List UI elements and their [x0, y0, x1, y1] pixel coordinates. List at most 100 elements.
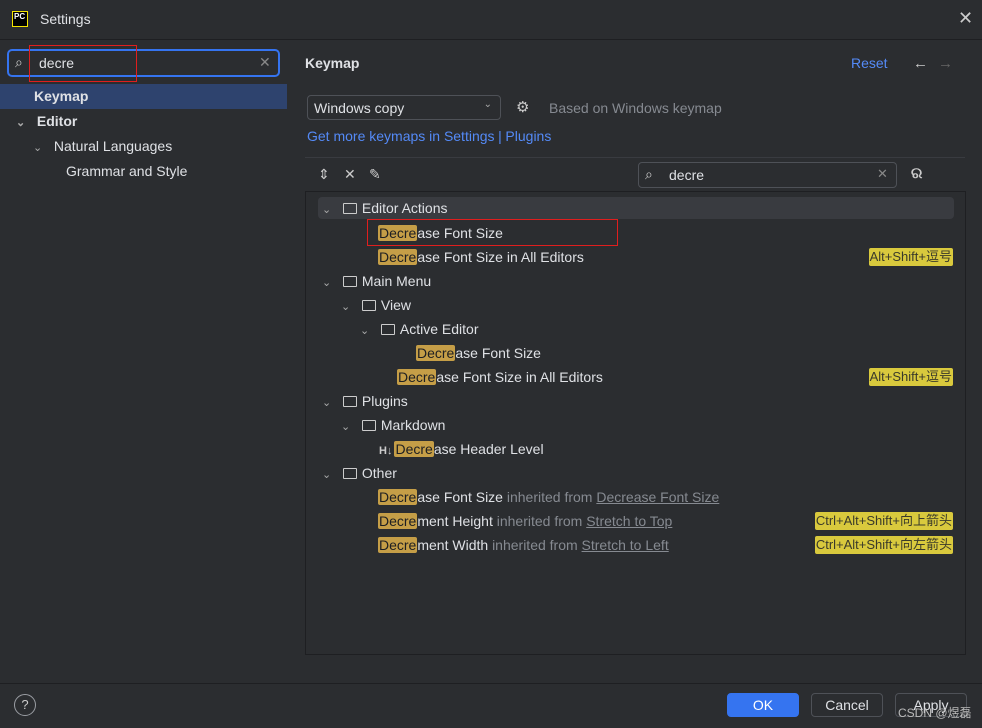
- chevron-down-icon: ⌄: [341, 421, 351, 433]
- folder-icon: [380, 324, 395, 335]
- plugins-link[interactable]: Plugins: [505, 128, 551, 144]
- action-label: ment Width: [417, 537, 489, 553]
- group-label: Other: [361, 465, 397, 481]
- inherited-from-link[interactable]: Decrease Font Size: [596, 489, 719, 505]
- watermark: CSDN @煜磊: [898, 706, 972, 720]
- cancel-button[interactable]: Cancel: [811, 693, 883, 717]
- title-bar: [0, 0, 982, 40]
- inherited-from-link[interactable]: Stretch to Top: [586, 513, 672, 529]
- inherited-label: inherited from: [492, 537, 578, 553]
- action-label: ase Header Level: [433, 441, 544, 457]
- sidebar-item-keymap[interactable]: Keymap: [0, 84, 287, 109]
- shortcut-badge: Alt+Shift+逗号: [868, 368, 953, 386]
- folder-icon: [361, 300, 376, 311]
- match-highlight: Decre: [378, 513, 418, 529]
- chevron-down-icon: ⌄: [322, 469, 332, 481]
- tree-row-action[interactable]: Decrease Font Size in All Editors Alt+Shi…: [306, 245, 966, 269]
- collapse-all-icon[interactable]: ✕: [344, 166, 356, 183]
- sidebar-item-label: Editor: [36, 113, 78, 129]
- action-label: ment Height: [417, 513, 493, 529]
- keymap-select-value: Windows copy: [314, 100, 405, 116]
- inherited-label: inherited from: [506, 489, 593, 505]
- tree-row-action[interactable]: Decrement Height inherited from Stretch …: [306, 509, 966, 533]
- filter-value: decre: [669, 167, 705, 183]
- page-title: Keymap: [305, 55, 360, 71]
- match-highlight: Decre: [378, 249, 418, 265]
- reset-link[interactable]: Reset: [851, 55, 888, 71]
- group-label: Markdown: [380, 417, 446, 433]
- group-label: Active Editor: [399, 321, 479, 337]
- divider: [305, 157, 965, 158]
- annotation-box: [367, 219, 618, 246]
- tree-row-action[interactable]: Decrement Width inherited from Stretch t…: [306, 533, 966, 557]
- group-label: Editor Actions: [361, 200, 448, 216]
- pycharm-logo: PC: [12, 11, 28, 27]
- chevron-down-icon: ⌄: [16, 117, 26, 129]
- tree-group-markdown[interactable]: ⌄ Markdown: [306, 413, 966, 437]
- back-arrow-icon[interactable]: ←: [913, 55, 928, 72]
- keymap-select[interactable]: Windows copy ⌄: [307, 95, 501, 120]
- group-label: Main Menu: [361, 273, 432, 289]
- tree-row-action[interactable]: H↓ Decrease Header Level: [306, 437, 966, 461]
- based-on-label: Based on Windows keymap: [549, 100, 722, 116]
- tree-row-action[interactable]: Decrease Font Size in All Editors Alt+Shi…: [306, 365, 966, 389]
- shortcut-badge: Ctrl+Alt+Shift+向左箭头: [814, 536, 953, 554]
- folder-icon: [361, 420, 376, 431]
- chevron-down-icon: ⌄: [360, 325, 370, 337]
- gear-icon[interactable]: ⚙: [516, 98, 529, 116]
- ok-button[interactable]: OK: [727, 693, 799, 717]
- search-icon: ⌕: [645, 166, 653, 182]
- tree-row-action[interactable]: Decrease Font Size inherited from Decrea…: [306, 485, 966, 509]
- clear-icon[interactable]: ✕: [259, 54, 271, 71]
- match-highlight: Decre: [378, 489, 418, 505]
- action-label: ase Font Size: [417, 489, 503, 505]
- match-highlight: Decre: [397, 369, 437, 385]
- window-title: Settings: [40, 11, 91, 27]
- tree-group-plugins[interactable]: ⌄ Plugins: [306, 389, 966, 413]
- inherited-label: inherited from: [496, 513, 583, 529]
- chevron-down-icon: ⌄: [341, 301, 351, 313]
- folder-icon: [342, 203, 357, 214]
- forward-arrow-icon[interactable]: →: [938, 55, 953, 72]
- sidebar-item-label: Natural Languages: [53, 138, 173, 154]
- folder-icon: [342, 396, 357, 407]
- close-icon[interactable]: ✕: [958, 8, 973, 29]
- action-label: ase Font Size in All Editors: [417, 249, 584, 265]
- match-highlight: Decre: [416, 345, 456, 361]
- tree-group-main-menu[interactable]: ⌄ Main Menu: [306, 269, 966, 293]
- link-separator: |: [498, 128, 502, 144]
- tree-group-active-editor[interactable]: ⌄ Active Editor: [306, 317, 966, 341]
- tree-group-view[interactable]: ⌄ View: [306, 293, 966, 317]
- match-highlight: Decre: [394, 441, 434, 457]
- find-by-shortcut-icon[interactable]: ର: [911, 165, 922, 182]
- sidebar-item-editor[interactable]: ⌄ Editor: [0, 109, 287, 134]
- sidebar-item-natural-languages[interactable]: ⌄ Natural Languages: [0, 134, 287, 159]
- header-level-icon: H↓: [379, 445, 393, 457]
- shortcut-badge: Alt+Shift+逗号: [868, 248, 953, 266]
- inherited-from-link[interactable]: Stretch to Left: [582, 537, 669, 553]
- chevron-down-icon: ⌄: [322, 397, 332, 409]
- tree-row-action[interactable]: Decrease Font Size: [306, 341, 966, 365]
- action-label: ase Font Size in All Editors: [436, 369, 603, 385]
- group-label: View: [380, 297, 411, 313]
- chevron-down-icon: ⌄: [483, 99, 492, 110]
- match-highlight: Decre: [378, 537, 418, 553]
- annotation-box: [29, 45, 137, 82]
- chevron-down-icon: ⌄: [33, 142, 43, 154]
- folder-icon: [342, 468, 357, 479]
- group-label: Plugins: [361, 393, 408, 409]
- help-icon[interactable]: ?: [14, 694, 36, 716]
- chevron-down-icon: ⌄: [322, 277, 332, 289]
- edit-icon[interactable]: ✎: [369, 166, 381, 183]
- shortcut-badge: Ctrl+Alt+Shift+向上箭头: [814, 512, 953, 530]
- keymap-tree: ⌄ Editor Actions Decrease Font Size Decr…: [305, 191, 966, 655]
- tree-group-other[interactable]: ⌄ Other: [306, 461, 966, 485]
- search-icon: ⌕: [15, 54, 23, 70]
- expand-all-icon[interactable]: ⇕: [318, 166, 330, 183]
- get-more-keymaps-link[interactable]: Get more keymaps in Settings: [307, 128, 495, 144]
- keymap-filter-input[interactable]: ⌕ decre ✕: [638, 162, 897, 188]
- sidebar-item-grammar[interactable]: Grammar and Style: [0, 159, 287, 184]
- clear-icon[interactable]: ✕: [877, 166, 888, 182]
- folder-icon: [342, 276, 357, 287]
- tree-group-editor-actions[interactable]: ⌄ Editor Actions: [318, 197, 954, 219]
